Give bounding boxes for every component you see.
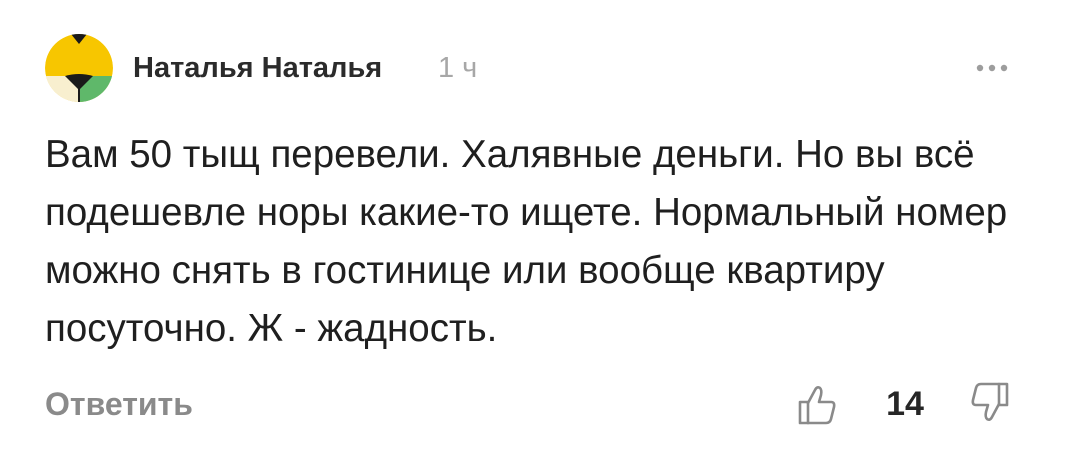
- avatar[interactable]: [45, 34, 113, 102]
- like-button[interactable]: [795, 383, 839, 427]
- comment-text: Вам 50 тыщ перевели. Халявные деньги. Но…: [45, 133, 1008, 350]
- more-options-button[interactable]: [968, 52, 1016, 84]
- like-count: 14: [886, 385, 924, 423]
- more-dots-icon: [976, 64, 1008, 72]
- dislike-button[interactable]: [968, 380, 1012, 424]
- timestamp: 1 ч: [438, 52, 478, 84]
- thumbs-up-icon: [798, 386, 836, 425]
- avatar-image: [45, 34, 113, 102]
- thumbs-down-icon: [971, 382, 1009, 421]
- author-name[interactable]: Наталья Наталья: [133, 50, 382, 86]
- reply-button[interactable]: Ответить: [45, 384, 193, 424]
- comment-card: Наталья Наталья 1 ч Вам 50 тыщ перевели.…: [0, 0, 1079, 453]
